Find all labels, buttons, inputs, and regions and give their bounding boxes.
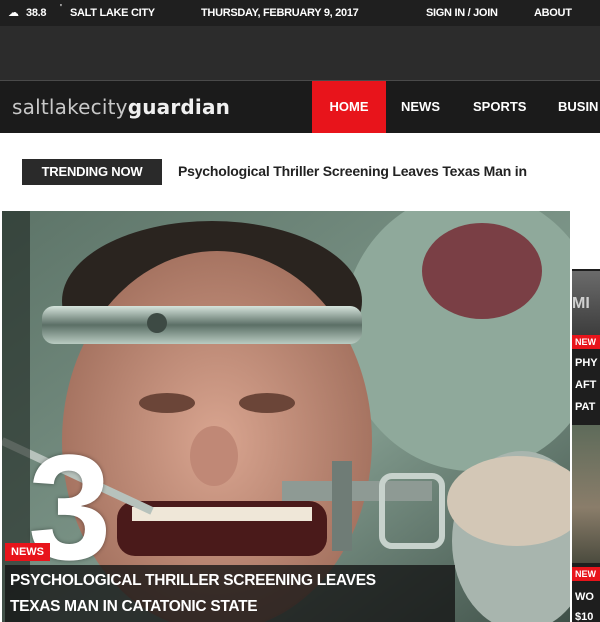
side-headline-line[interactable]: WO bbox=[575, 587, 594, 607]
degree-mark: ' bbox=[60, 3, 62, 12]
side-headline-line[interactable]: $10 bbox=[575, 607, 593, 622]
side-category-tag[interactable]: NEW bbox=[572, 335, 600, 349]
top-bar: ☁ 38.8 ' SALT LAKE CITY THURSDAY, FEBRUA… bbox=[0, 0, 600, 26]
cloud-icon: ☁ bbox=[8, 7, 19, 19]
logo-text-city: saltlakecity bbox=[12, 95, 128, 119]
logo-text-guardian: guardian bbox=[127, 95, 231, 119]
site-logo[interactable]: saltlakecityguardian bbox=[12, 95, 230, 119]
current-date: THURSDAY, FEBRUARY 9, 2017 bbox=[201, 7, 359, 19]
side-image-mark: MI bbox=[572, 295, 590, 312]
side-headline-line[interactable]: PHY bbox=[575, 353, 598, 373]
nav-item-sports[interactable]: SPORTS bbox=[473, 81, 526, 133]
side-article-image-2[interactable] bbox=[572, 425, 600, 563]
side-articles-column: MI NEW PHY AFT PAT NEW WO $10 bbox=[570, 211, 600, 622]
hero-headline-line-2: TEXAS MAN IN CATATONIC STATE bbox=[10, 598, 258, 615]
hero-headline-link[interactable]: PSYCHOLOGICAL THRILLER SCREENING LEAVES … bbox=[10, 568, 450, 620]
nav-item-news[interactable]: NEWS bbox=[401, 81, 440, 133]
side-headline-line[interactable]: AFT bbox=[575, 375, 596, 395]
about-link[interactable]: ABOUT bbox=[534, 7, 572, 19]
trending-now-badge: TRENDING NOW bbox=[22, 159, 162, 185]
nav-item-business[interactable]: BUSIN bbox=[558, 81, 598, 133]
city-name: SALT LAKE CITY bbox=[70, 7, 155, 19]
hero-headline-line-1: PSYCHOLOGICAL THRILLER SCREENING LEAVES bbox=[10, 572, 376, 589]
trending-headline-link[interactable]: Psychological Thriller Screening Leaves … bbox=[178, 163, 600, 179]
side-article-image[interactable]: MI bbox=[572, 271, 600, 339]
side-category-tag-2[interactable]: NEW bbox=[572, 567, 600, 581]
header-banner bbox=[0, 26, 600, 80]
side-headline-line[interactable]: PAT bbox=[575, 397, 595, 417]
nav-item-home[interactable]: HOME bbox=[312, 81, 386, 133]
category-tag-news[interactable]: NEWS bbox=[5, 543, 50, 561]
signin-join-link[interactable]: SIGN IN / JOIN bbox=[426, 7, 498, 19]
temperature: 38.8 bbox=[26, 7, 47, 19]
main-navigation: saltlakecityguardian HOME NEWS SPORTS BU… bbox=[0, 81, 600, 133]
